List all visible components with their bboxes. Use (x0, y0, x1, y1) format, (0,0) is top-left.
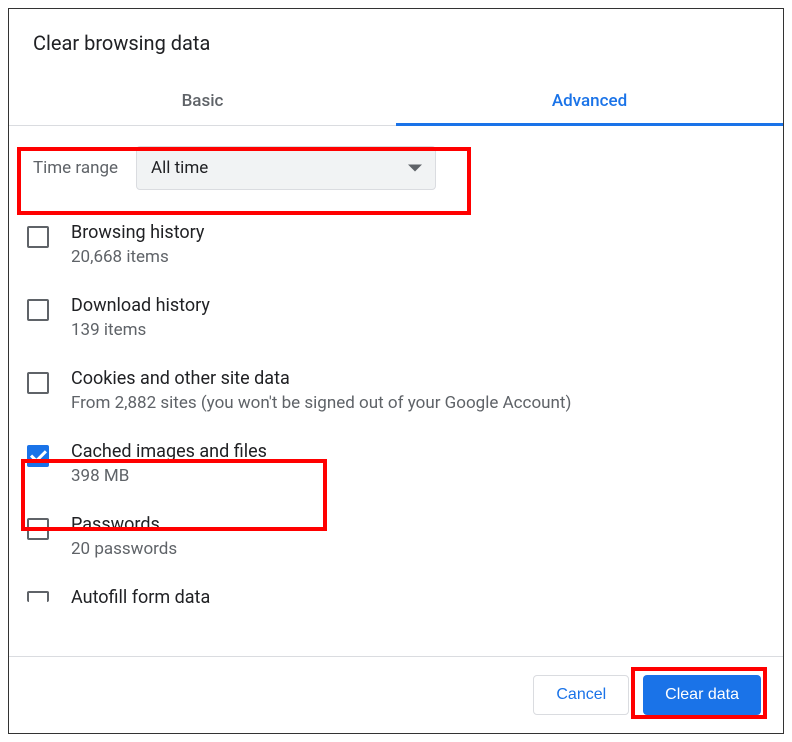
dialog-footer: Cancel Clear data (9, 656, 783, 733)
checkbox-download-history[interactable] (27, 299, 49, 321)
item-title: Browsing history (71, 222, 204, 243)
time-range-row: Time range All time (17, 136, 775, 200)
item-title: Download history (71, 295, 210, 316)
content-scroll-area[interactable]: Time range All time Browsing history 20,… (9, 126, 783, 656)
item-text: Cookies and other site data From 2,882 s… (71, 368, 571, 413)
item-title: Cookies and other site data (71, 368, 571, 389)
item-sub: 398 MB (71, 466, 267, 486)
item-cookies: Cookies and other site data From 2,882 s… (9, 354, 783, 427)
item-text: Download history 139 items (71, 295, 210, 340)
clear-browsing-data-dialog: Clear browsing data Basic Advanced Time … (8, 8, 784, 734)
item-text: Cached images and files 398 MB (71, 441, 267, 486)
item-sub: 20,668 items (71, 247, 204, 267)
checkbox-cookies[interactable] (27, 372, 49, 394)
item-text: Autofill form data (71, 587, 210, 608)
item-sub: From 2,882 sites (you won't be signed ou… (71, 393, 571, 413)
clear-data-button[interactable]: Clear data (643, 675, 761, 715)
time-range-label: Time range (27, 158, 118, 178)
tab-advanced[interactable]: Advanced (396, 77, 783, 125)
item-autofill: Autofill form data (9, 573, 783, 622)
checkbox-cached[interactable] (27, 445, 49, 467)
item-sub: 139 items (71, 320, 210, 340)
cancel-button[interactable]: Cancel (533, 675, 629, 715)
dialog-title: Clear browsing data (9, 9, 783, 77)
time-range-value[interactable]: All time (136, 146, 436, 190)
checkbox-passwords[interactable] (27, 518, 49, 540)
item-browsing-history: Browsing history 20,668 items (9, 208, 783, 281)
item-title: Cached images and files (71, 441, 267, 462)
tab-bar: Basic Advanced (9, 77, 783, 126)
item-title: Passwords (71, 514, 177, 535)
time-range-select[interactable]: All time (136, 146, 436, 190)
item-text: Passwords 20 passwords (71, 514, 177, 559)
item-text: Browsing history 20,668 items (71, 222, 204, 267)
checkbox-autofill[interactable] (27, 591, 49, 602)
item-passwords: Passwords 20 passwords (9, 500, 783, 573)
item-title: Autofill form data (71, 587, 210, 608)
item-sub: 20 passwords (71, 539, 177, 559)
dropdown-caret-icon (408, 165, 422, 172)
item-download-history: Download history 139 items (9, 281, 783, 354)
checkbox-browsing-history[interactable] (27, 226, 49, 248)
tab-basic[interactable]: Basic (9, 77, 396, 125)
item-cached: Cached images and files 398 MB (9, 427, 783, 500)
